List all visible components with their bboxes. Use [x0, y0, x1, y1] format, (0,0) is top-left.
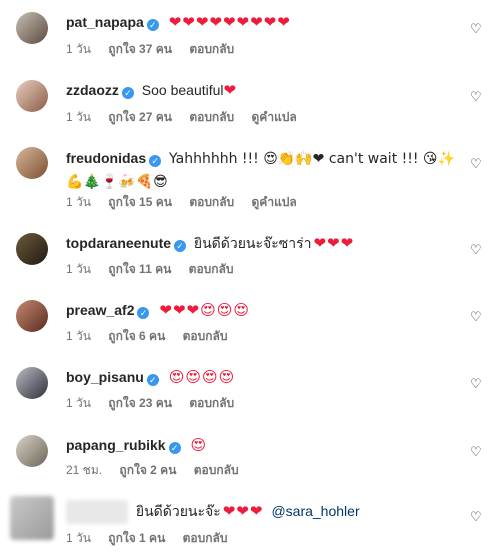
avatar[interactable] [16, 300, 48, 332]
comment-text: ยินดีด้วยนะจ๊ะ [135, 502, 221, 519]
comment-emoji: 😍😍😍😍 [168, 368, 236, 386]
username-blurred[interactable] [66, 500, 128, 524]
avatar[interactable] [16, 80, 48, 112]
verified-badge-icon: ✓ [121, 87, 134, 99]
username[interactable]: papang_rubikk [66, 437, 166, 453]
likes-count[interactable]: ถูกใจ 37 คน [108, 42, 172, 56]
comment-text: ยินดีด้วยนะจ๊ะซาร่า [193, 235, 312, 251]
comment-emoji: ❤❤❤ [222, 501, 264, 520]
heart-outline-icon[interactable]: ♡ [470, 22, 484, 36]
likes-count[interactable]: ถูกใจ 27 คน [108, 110, 172, 124]
reply-button[interactable]: ตอบกลับ [189, 110, 234, 124]
heart-outline-icon[interactable]: ♡ [470, 243, 484, 257]
verified-badge-icon: ✓ [149, 155, 162, 167]
verified-badge-icon: ✓ [174, 240, 187, 252]
heart-outline-icon[interactable]: ♡ [470, 310, 484, 324]
heart-outline-icon[interactable]: ♡ [470, 377, 484, 391]
likes-count[interactable]: ถูกใจ 1 คน [108, 531, 165, 545]
comment-emoji: ❤❤❤😍😍😍 [159, 301, 250, 319]
comment-text: Soo beautiful [141, 82, 224, 98]
reply-button[interactable]: ตอบกลับ [189, 396, 234, 410]
heart-outline-icon[interactable]: ♡ [470, 157, 484, 171]
comment-time[interactable]: 1 วัน [66, 110, 91, 124]
reply-button[interactable]: ตอบกลับ [183, 329, 228, 343]
reply-button[interactable]: ตอบกลับ [183, 531, 228, 545]
comment-time[interactable]: 1 วัน [66, 396, 91, 410]
username[interactable]: topdaraneenute [66, 235, 171, 251]
avatar[interactable] [16, 233, 48, 265]
username[interactable]: freudonidas [66, 150, 146, 166]
see-translation-button[interactable]: ดูคำแปล [252, 195, 297, 209]
verified-badge-icon: ✓ [146, 19, 159, 31]
heart-outline-icon[interactable]: ♡ [470, 510, 484, 524]
username[interactable]: preaw_af2 [66, 302, 134, 318]
reply-button[interactable]: ตอบกลับ [194, 463, 239, 477]
heart-outline-icon[interactable]: ♡ [470, 445, 484, 459]
comment-emoji: ❤ [223, 81, 238, 99]
reply-button[interactable]: ตอบกลับ [189, 42, 234, 56]
avatar[interactable] [16, 367, 48, 399]
username[interactable]: boy_pisanu [66, 369, 144, 385]
verified-badge-icon: ✓ [146, 374, 159, 386]
comment-emoji: ❤❤❤❤❤❤❤❤❤ [168, 13, 291, 31]
comment-time[interactable]: 1 วัน [66, 195, 91, 209]
avatar[interactable] [16, 12, 48, 44]
username[interactable]: zzdaozz [66, 82, 119, 98]
heart-outline-icon[interactable]: ♡ [470, 90, 484, 104]
comment-time[interactable]: 1 วัน [66, 329, 91, 343]
comment-time[interactable]: 1 วัน [66, 42, 91, 56]
comment-emoji: 😍 [190, 436, 208, 454]
reply-button[interactable]: ตอบกลับ [189, 195, 234, 209]
comment-time[interactable]: 1 วัน [66, 531, 91, 545]
verified-badge-icon: ✓ [168, 442, 181, 454]
likes-count[interactable]: ถูกใจ 2 คน [119, 463, 176, 477]
username[interactable]: pat_napapa [66, 14, 144, 30]
likes-count[interactable]: ถูกใจ 6 คน [108, 329, 165, 343]
likes-count[interactable]: ถูกใจ 11 คน [108, 262, 171, 276]
verified-badge-icon: ✓ [137, 307, 150, 319]
avatar[interactable] [16, 435, 48, 467]
see-translation-button[interactable]: ดูคำแปล [252, 110, 297, 124]
likes-count[interactable]: ถูกใจ 15 คน [108, 195, 172, 209]
comment-emoji: ❤❤❤ [313, 234, 355, 252]
avatar[interactable] [16, 147, 48, 179]
comment-time[interactable]: 21 ชม. [66, 463, 102, 477]
avatar[interactable] [10, 496, 54, 540]
mention-link[interactable]: @sara_hohler [271, 503, 359, 519]
reply-button[interactable]: ตอบกลับ [189, 262, 234, 276]
likes-count[interactable]: ถูกใจ 23 คน [108, 396, 172, 410]
comment-time[interactable]: 1 วัน [66, 262, 91, 276]
